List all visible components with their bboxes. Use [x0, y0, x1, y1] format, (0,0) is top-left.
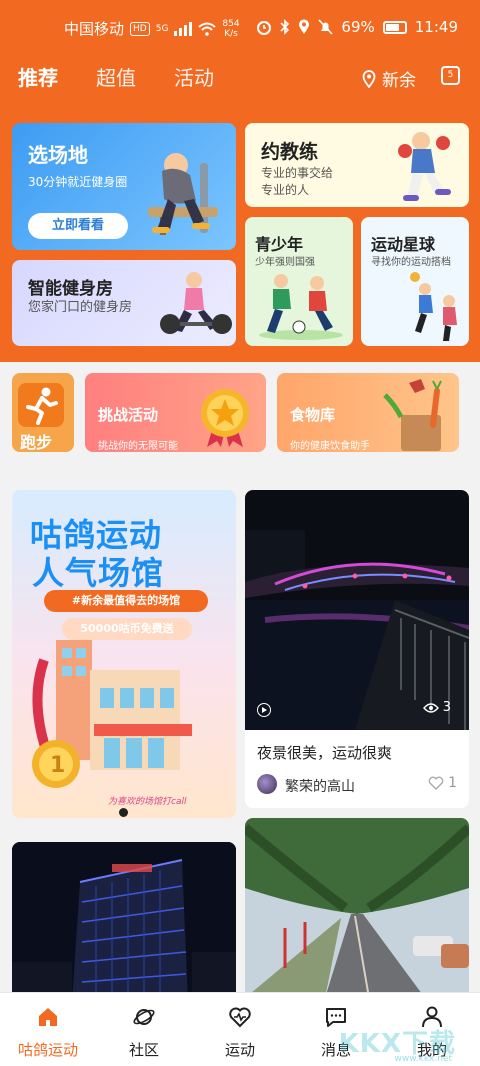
heart-pulse-icon	[229, 1007, 251, 1028]
tab-recommend[interactable]: 推荐	[18, 62, 58, 91]
grocery-bag-icon	[383, 379, 442, 451]
nav-sports[interactable]: 运动	[192, 993, 288, 1066]
location-icon	[362, 69, 376, 88]
venue-title: 选场地	[28, 143, 88, 167]
promo-title-line2: 人气场馆	[32, 554, 165, 592]
sports-planet-card[interactable]: 运动星球 寻找你的运动搭档	[361, 217, 469, 346]
view-count: 3	[422, 700, 451, 715]
speed-unit: K/s	[224, 28, 238, 39]
like-button[interactable]: 1	[428, 775, 457, 791]
location-selector[interactable]: 新余	[362, 66, 416, 91]
alarm-icon	[257, 21, 272, 35]
venue-subtitle: 30分钟就近健身圈	[28, 175, 128, 189]
hd-badge: HD	[130, 21, 150, 36]
status-bar: 中国移动 HD 5G 854 K/s 69% 11:49	[0, 0, 480, 58]
view-count-value: 3	[442, 700, 451, 715]
coach-card[interactable]: 约教练 专业的事交给 专业的人	[245, 123, 469, 207]
boxing-illustration	[398, 132, 451, 201]
signal-icon	[174, 21, 193, 36]
promo-tag: #新余最值得去的场馆	[44, 590, 208, 612]
coach-subtitle-line2: 专业的人	[261, 183, 310, 197]
popular-venue-promo[interactable]: 咕鸽运动 人气场馆 #新余最值得去的场馆 50000咕币免费送 1 为喜欢的场馆…	[12, 490, 236, 818]
food-library-shortcut[interactable]: 食物库 你的健康饮食助手	[277, 373, 459, 452]
bluetooth-icon	[280, 19, 290, 35]
watermark-url: www.kkx.net	[394, 1054, 453, 1064]
road-photo-card[interactable]	[245, 818, 469, 998]
status-left: 中国移动 HD 5G 854 K/s	[64, 18, 240, 39]
bench-press-illustration	[148, 153, 218, 235]
coach-subtitle: 专业的事交给 专业的人	[261, 165, 333, 199]
calendar-day: 5	[447, 70, 454, 80]
eye-icon	[422, 702, 439, 713]
nav-home[interactable]: 咕鸽运动	[0, 993, 96, 1066]
video-play-icon[interactable]	[257, 703, 271, 717]
nav-home-label: 咕鸽运动	[17, 1041, 78, 1059]
status-right: 69% 11:49	[256, 18, 458, 36]
venue-building-illustration: 1	[32, 640, 192, 788]
network-type: 5G	[155, 23, 169, 34]
clock: 11:49	[414, 18, 458, 36]
post-author[interactable]: 繁荣的高山	[285, 776, 355, 796]
promo-coins-offer: 50000咕币免费送	[62, 618, 192, 640]
running-icon	[26, 387, 58, 425]
coach-title: 约教练	[261, 141, 319, 163]
volleyball-illustration	[410, 272, 457, 341]
post-title: 夜景很美，运动很爽	[257, 744, 393, 762]
coach-subtitle-line1: 专业的事交给	[261, 166, 334, 180]
challenge-activity-shortcut[interactable]: 挑战活动 挑战你的无限可能	[85, 373, 266, 452]
food-subtitle: 你的健康饮食助手	[290, 441, 370, 452]
speed-value: 854	[222, 18, 240, 29]
nav-community[interactable]: 社区	[96, 993, 192, 1066]
weightlifting-illustration	[160, 272, 232, 334]
post-card[interactable]: 3 夜景很美，运动很爽 繁荣的高山 1	[245, 490, 469, 808]
youth-title: 青少年	[255, 235, 304, 254]
network-speed: 854 K/s	[222, 19, 239, 39]
medal-icon	[201, 389, 249, 447]
promo-footer: 为喜欢的场馆打call	[108, 797, 187, 807]
avatar[interactable]	[257, 774, 277, 794]
bottom-nav: 咕鸽运动 社区 运动 消息 我的 KKX下载 www.kkx.net	[0, 992, 480, 1066]
header-tabs: 推荐 超值 活动	[18, 62, 214, 91]
gym-subtitle: 您家门口的健身房	[28, 300, 133, 315]
tree-lined-road-photo	[245, 818, 469, 998]
battery-icon	[382, 20, 407, 34]
nav-sports-label: 运动	[224, 1041, 255, 1059]
soccer-illustration	[259, 274, 343, 340]
carousel-indicator	[119, 808, 128, 817]
smart-gym-card[interactable]: 智能健身房 您家门口的健身房	[12, 260, 236, 346]
nav-community-label: 社区	[128, 1041, 159, 1059]
running-icon-box	[18, 383, 64, 427]
venue-view-button[interactable]: 立即看看	[28, 213, 128, 239]
mute-icon	[318, 19, 334, 35]
youth-card[interactable]: 青少年 少年强则国强	[245, 217, 353, 346]
food-title: 食物库	[290, 406, 336, 424]
running-shortcut[interactable]: 跑步	[12, 373, 74, 452]
night-building-photo	[12, 842, 236, 1002]
building-photo-card[interactable]	[12, 842, 236, 1002]
tab-activities[interactable]: 活动	[174, 62, 214, 91]
challenge-title: 挑战活动	[98, 406, 159, 424]
youth-subtitle: 少年强则国强	[255, 257, 315, 268]
heart-icon	[428, 776, 444, 790]
tab-deals[interactable]: 超值	[96, 62, 136, 91]
night-bridge-photo	[245, 490, 469, 730]
venue-card[interactable]: 选场地 30分钟就近健身圈 立即看看	[12, 123, 236, 250]
star-subtitle: 寻找你的运动搭档	[371, 257, 451, 268]
wifi-icon	[198, 22, 217, 36]
like-count: 1	[448, 775, 457, 791]
running-label: 跑步	[20, 433, 53, 452]
calendar-icon[interactable]: 5	[441, 66, 460, 85]
location-pin-icon	[299, 19, 310, 34]
planet-icon	[133, 1009, 155, 1025]
location-label: 新余	[382, 71, 416, 91]
star-title: 运动星球	[371, 235, 436, 254]
gym-title: 智能健身房	[28, 279, 113, 299]
home-icon	[39, 1008, 57, 1026]
battery-percent: 69%	[341, 18, 375, 36]
carrier-label: 中国移动	[64, 20, 125, 38]
svg-text:1: 1	[50, 753, 65, 778]
challenge-subtitle: 挑战你的无限可能	[98, 441, 178, 452]
